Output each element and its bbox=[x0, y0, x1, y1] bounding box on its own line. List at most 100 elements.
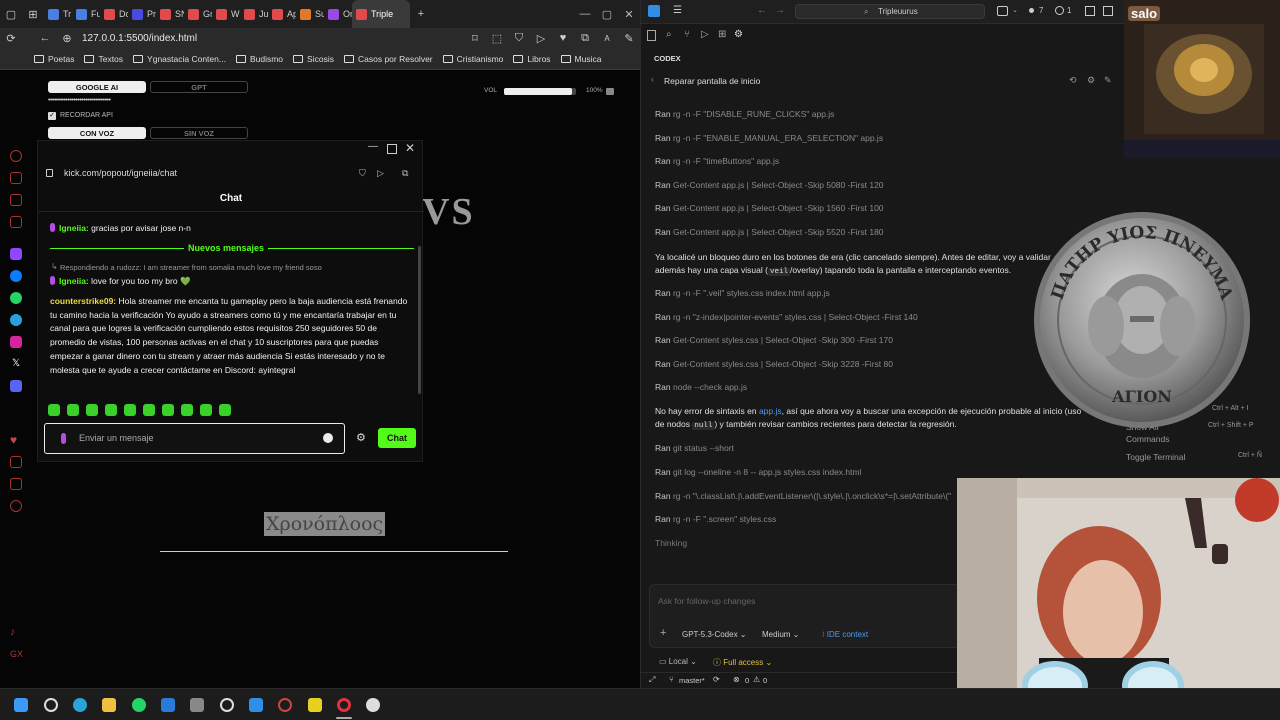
search-icon[interactable] bbox=[44, 698, 58, 712]
settings-icon[interactable] bbox=[278, 698, 292, 712]
play-icon[interactable]: ▷ bbox=[530, 28, 552, 48]
gpt-button[interactable]: GPT bbox=[150, 81, 248, 93]
con-voz-button[interactable]: CON VOZ bbox=[48, 127, 146, 139]
maximize-button[interactable]: ▢ bbox=[596, 0, 618, 28]
emoji-picker-icon[interactable] bbox=[323, 433, 333, 443]
shield-icon[interactable]: ⛉ bbox=[508, 28, 530, 48]
opera-icon[interactable] bbox=[337, 698, 351, 712]
tab-10[interactable]: On bbox=[324, 0, 352, 28]
tab-8[interactable]: Ap bbox=[268, 0, 296, 28]
search-view-icon[interactable]: ⌕ bbox=[666, 29, 672, 40]
emote-icon[interactable] bbox=[67, 404, 79, 416]
tab-actions-icon[interactable]: ▢ bbox=[0, 4, 22, 24]
emote-icon[interactable] bbox=[181, 404, 193, 416]
history-icon[interactable] bbox=[10, 150, 22, 162]
emote-icon[interactable] bbox=[48, 404, 60, 416]
chat-scrollbar[interactable] bbox=[418, 246, 421, 394]
bookmark-folder[interactable]: Cristianismo bbox=[442, 54, 503, 64]
model-selector[interactable]: GPT-5.3-Codex ⌄ bbox=[682, 630, 747, 639]
codex-ran-command[interactable]: Ran rg -n -F ".veil" styles.css index.ht… bbox=[655, 288, 830, 298]
telegram-icon[interactable] bbox=[10, 314, 22, 326]
api-key-field[interactable]: •••••••••••••••••••••••••••••••• bbox=[48, 97, 111, 104]
local-selector[interactable]: ▭ Local ⌄ bbox=[659, 657, 697, 666]
reply-context[interactable]: Respondiendo a rudozz: I am streamer fro… bbox=[60, 263, 322, 272]
sin-voz-button[interactable]: SIN VOZ bbox=[150, 127, 248, 139]
extension-icon[interactable]: ⧉ bbox=[574, 28, 596, 48]
emote-icon[interactable] bbox=[200, 404, 212, 416]
branch-name[interactable]: master* bbox=[679, 676, 705, 685]
emote-icon[interactable] bbox=[86, 404, 98, 416]
ide-context-toggle[interactable]: ⁝ IDE context bbox=[822, 630, 868, 639]
media-player-icon[interactable] bbox=[366, 698, 380, 712]
bookmark-folder[interactable]: Ygnastacia Conten... bbox=[133, 54, 226, 64]
translate-icon[interactable]: A bbox=[596, 28, 618, 48]
branch-icon[interactable]: ⑂ bbox=[669, 675, 674, 684]
add-context-icon[interactable]: + bbox=[660, 627, 666, 639]
file-link[interactable]: app.js bbox=[759, 406, 782, 416]
apps-icon[interactable] bbox=[10, 194, 22, 206]
codex-ran-command[interactable]: Ran rg -n -F "ENABLE_MANUAL_ERA_SELECTIO… bbox=[655, 133, 883, 143]
tab-0[interactable]: Tr bbox=[44, 0, 72, 28]
sidebar-more-icon[interactable]: GX bbox=[10, 648, 23, 660]
new-thread-icon[interactable]: ✎ bbox=[1104, 75, 1112, 86]
pen-icon[interactable]: ✎ bbox=[618, 28, 640, 48]
codex-ran-command[interactable]: Ran Get-Content app.js | Select-Object -… bbox=[655, 203, 884, 213]
whatsapp-icon[interactable] bbox=[132, 698, 146, 712]
codex-ran-command[interactable]: Ran rg -n -F "timeButtons" app.js bbox=[655, 156, 779, 166]
chat-settings-icon[interactable]: ⚙ bbox=[356, 431, 366, 444]
menu-icon[interactable]: ☰ bbox=[673, 5, 682, 16]
panel-toggle-icon[interactable] bbox=[1103, 6, 1113, 16]
source-control-icon[interactable]: ⑂ bbox=[684, 29, 690, 40]
chat-username[interactable]: counterstrike09: bbox=[50, 296, 116, 306]
nav-forward-icon[interactable]: → bbox=[775, 5, 785, 16]
run-debug-icon[interactable]: ▷ bbox=[701, 29, 709, 40]
file-explorer-icon[interactable] bbox=[102, 698, 116, 712]
effort-selector[interactable]: Medium ⌄ bbox=[762, 630, 799, 639]
remember-api-checkbox[interactable]: ✓ bbox=[48, 112, 56, 120]
nav-back-icon[interactable]: ← bbox=[757, 5, 767, 16]
speaker-icon[interactable] bbox=[606, 88, 614, 95]
whatsapp-icon[interactable] bbox=[10, 292, 22, 304]
edge-icon[interactable] bbox=[73, 698, 87, 712]
google-ai-button[interactable]: GOOGLE AI bbox=[48, 81, 146, 93]
screenshot-icon[interactable]: ⬚ bbox=[486, 28, 508, 48]
layout-icon[interactable] bbox=[1085, 6, 1095, 16]
codex-ran-command[interactable]: Ran git status --short bbox=[655, 443, 734, 453]
codex-ran-command[interactable]: Ran rg -n "\.classList\.|\.addEventListe… bbox=[655, 491, 951, 501]
settings-icon[interactable] bbox=[10, 500, 22, 512]
tab-11[interactable]: Triple bbox=[352, 0, 410, 28]
vscode-icon[interactable] bbox=[249, 698, 263, 712]
twitch-icon[interactable] bbox=[10, 248, 22, 260]
codex-ran-command[interactable]: Ran rg -n -F ".screen" styles.css bbox=[655, 514, 776, 524]
tab-2[interactable]: Do bbox=[100, 0, 128, 28]
history-icon[interactable]: ⟲ bbox=[1069, 75, 1077, 86]
codex-ran-command[interactable]: Ran node --check app.js bbox=[655, 382, 747, 392]
emote-icon[interactable] bbox=[124, 404, 136, 416]
chatgpt-icon[interactable] bbox=[220, 698, 234, 712]
tab-7[interactable]: Ju bbox=[240, 0, 268, 28]
favorites-icon[interactable]: ♥ bbox=[10, 434, 22, 446]
pin-icon[interactable] bbox=[10, 216, 22, 228]
copilot-icon[interactable] bbox=[997, 6, 1008, 16]
url-text[interactable]: 127.0.0.1:5500/index.html bbox=[82, 33, 197, 44]
remote-icon[interactable]: ⤢ bbox=[649, 675, 655, 685]
popup-share-icon[interactable]: ▷ bbox=[377, 168, 384, 179]
bookmark-folder[interactable]: Budismo bbox=[235, 54, 283, 64]
discord-icon[interactable] bbox=[10, 380, 22, 392]
codex-ran-command[interactable]: Ran Get-Content styles.css | Select-Obje… bbox=[655, 335, 893, 345]
extensions-icon[interactable]: ⊞ bbox=[718, 29, 726, 40]
new-tab-button[interactable]: + bbox=[410, 4, 432, 24]
popup-close-button[interactable]: ✕ bbox=[405, 141, 415, 155]
codex-icon[interactable]: ⚙ bbox=[734, 29, 743, 40]
codex-ran-command[interactable]: Ran rg -n "z-index|pointer-events" style… bbox=[655, 312, 918, 322]
popup-shield-icon[interactable]: ⛉ bbox=[359, 168, 366, 179]
tiktok-icon[interactable]: ♪ bbox=[10, 626, 22, 638]
command-center-search[interactable]: ⌕ Tripleuurus bbox=[795, 4, 985, 19]
thread-back-icon[interactable]: ‹ bbox=[651, 75, 654, 84]
emote-icon[interactable] bbox=[143, 404, 155, 416]
windows-start-icon[interactable] bbox=[14, 698, 28, 712]
bookmark-folder[interactable]: Musica bbox=[560, 54, 601, 64]
popup-minimize-button[interactable]: — bbox=[368, 141, 380, 159]
bookmark-folder[interactable]: Sicosis bbox=[293, 54, 334, 64]
store-icon[interactable] bbox=[161, 698, 175, 712]
